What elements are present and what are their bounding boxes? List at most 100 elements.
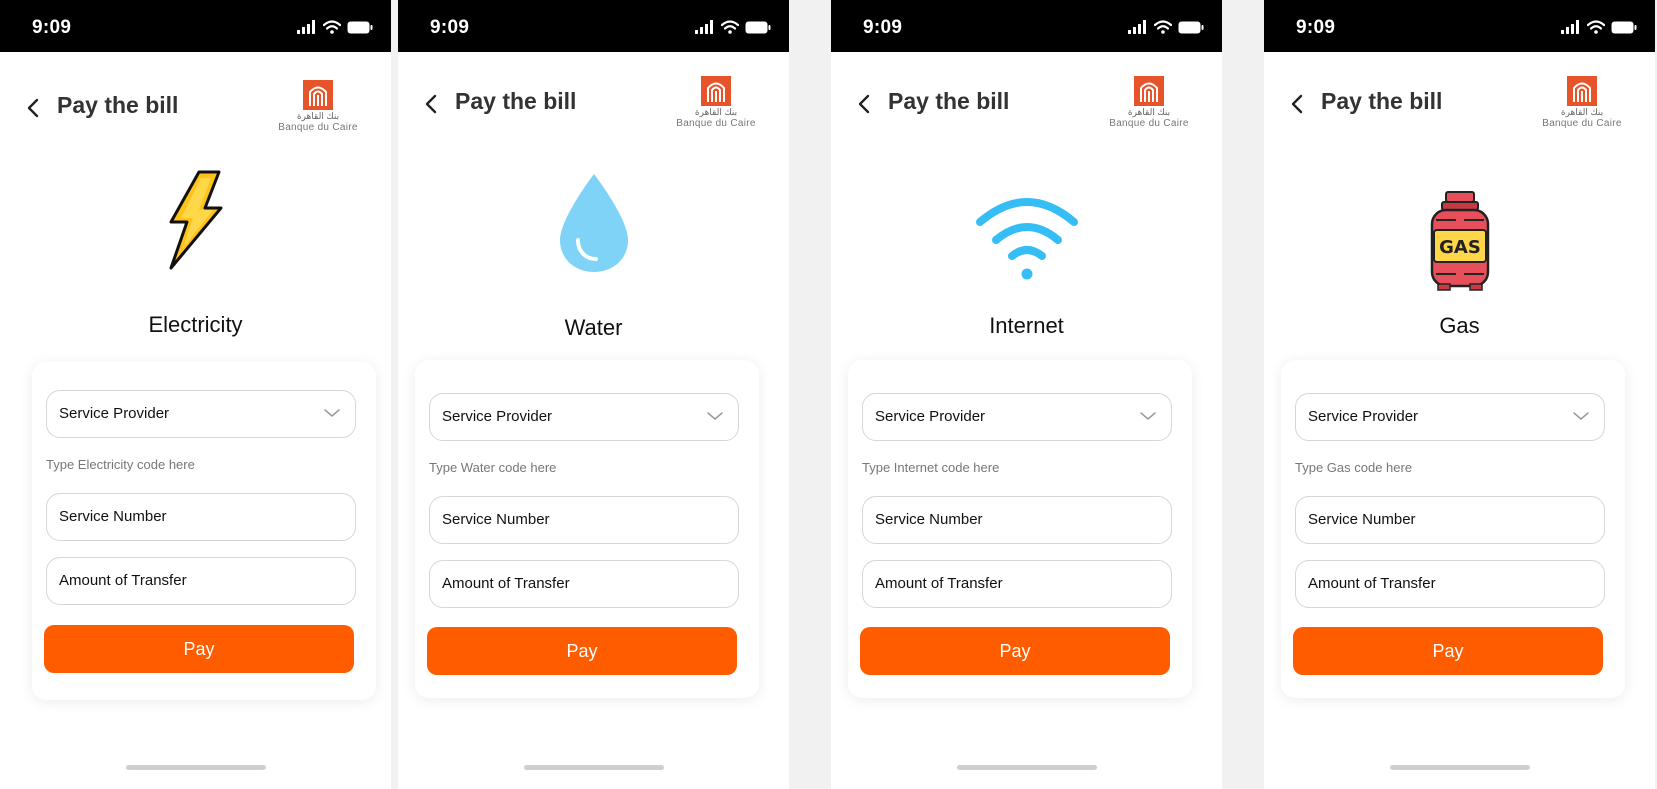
page-title: Pay the bill [1321,88,1443,114]
home-indicator [956,765,1097,770]
back-arrow-icon[interactable] [24,96,44,120]
status-icons [1128,20,1204,34]
service-name: Electricity [148,312,243,337]
service-name: Gas [1439,313,1480,338]
status-bar: 9:09 [831,0,1222,52]
back-arrow-icon[interactable] [1288,92,1308,116]
wifi-icon [1587,20,1605,34]
status-bar: 9:09 [1264,0,1655,52]
phone-screen-gas: 9:09 Pay the bill بنك القاهرة Banque du … [1264,0,1655,789]
payment-form-card: Service Provider Type Gas code here Serv… [1281,360,1625,698]
page-title: Pay the bill [455,88,577,114]
bank-logo-arabic: بنك القاهرة [694,107,738,117]
pay-button[interactable]: Pay [44,625,354,673]
service-icon-container [0,170,391,282]
service-icon-container [398,170,789,282]
service-provider-label: Service Provider [442,408,553,425]
chevron-down-icon [323,407,341,419]
status-icons [297,20,373,34]
service-code-hint: Type Water code here [429,460,557,475]
service-provider-select[interactable]: Service Provider [46,390,356,438]
phone-screen-internet: 9:09 Pay the bill بنك القاهرة Banque du … [831,0,1222,789]
payment-form-card: Service Provider Type Electricity code h… [32,362,376,700]
status-bar: 9:09 [0,0,391,52]
chevron-down-icon [1572,410,1590,422]
service-name: Internet [989,313,1064,338]
bank-logo: بنك القاهرة Banque du Caire [273,80,363,140]
water-drop-icon [559,174,628,272]
back-arrow-icon[interactable] [855,92,875,116]
page-title: Pay the bill [888,88,1010,114]
payment-form-card: Service Provider Type Internet code here… [848,360,1192,698]
pay-button[interactable]: Pay [860,627,1170,675]
chevron-down-icon [706,410,724,422]
service-number-input[interactable]: Service Number [1295,496,1605,544]
wifi-icon [323,20,341,34]
bank-logo-mark-icon [701,76,731,106]
service-name: Water [564,315,623,340]
bank-logo-latin: Banque du Caire [1109,118,1189,129]
signal-icon [1561,20,1581,34]
home-indicator [125,765,266,770]
pay-button[interactable]: Pay [1293,627,1603,675]
bank-logo-arabic: بنك القاهرة [1127,107,1171,117]
bank-logo: بنك القاهرة Banque du Caire [1104,76,1194,136]
bank-logo: بنك القاهرة Banque du Caire [671,76,761,136]
status-time: 9:09 [430,17,470,38]
status-time: 9:09 [1296,17,1336,38]
amount-input[interactable]: Amount of Transfer [429,560,739,608]
header: Pay the bill بنك القاهرة Banque du Caire [831,52,1222,162]
phone-screen-electricity: 9:09 Pay the bill بنك القاهرة Banque du … [0,0,391,789]
bank-logo-mark-icon [1134,76,1164,106]
home-indicator [1389,765,1530,770]
status-time: 9:09 [32,17,72,38]
service-code-hint: Type Electricity code here [46,457,195,472]
pay-button[interactable]: Pay [427,627,737,675]
status-time: 9:09 [863,17,903,38]
service-code-hint: Type Internet code here [862,460,1000,475]
service-icon-container [831,194,1222,306]
header: Pay the bill بنك القاهرة Banque du Caire [0,52,391,162]
payment-form-card: Service Provider Type Water code here Se… [415,360,759,698]
signal-icon [1128,20,1148,34]
wifi-signal-icon [975,198,1078,280]
wifi-icon [1154,20,1172,34]
service-provider-select[interactable]: Service Provider [429,393,739,441]
service-number-input[interactable]: Service Number [46,493,356,541]
bank-logo: بنك القاهرة Banque du Caire [1537,76,1627,136]
chevron-down-icon [1139,410,1157,422]
battery-icon [1611,21,1637,34]
service-icon-container: GAS [1264,190,1655,302]
service-provider-label: Service Provider [59,405,170,422]
service-code-hint: Type Gas code here [1295,460,1413,475]
service-number-input[interactable]: Service Number [862,496,1172,544]
signal-icon [297,20,317,34]
back-arrow-icon[interactable] [422,92,442,116]
amount-input[interactable]: Amount of Transfer [862,560,1172,608]
bank-logo-latin: Banque du Caire [1542,118,1622,129]
bank-logo-latin: Banque du Caire [676,118,756,129]
service-number-input[interactable]: Service Number [429,496,739,544]
header: Pay the bill بنك القاهرة Banque du Caire [1264,52,1655,162]
service-provider-select[interactable]: Service Provider [1295,393,1605,441]
battery-icon [745,21,771,34]
home-indicator [523,765,664,770]
page-title: Pay the bill [57,92,179,118]
bank-logo-arabic: بنك القاهرة [296,111,340,121]
amount-input[interactable]: Amount of Transfer [46,557,356,605]
bank-logo-mark-icon [303,80,333,110]
battery-icon [1178,21,1204,34]
service-provider-label: Service Provider [1308,408,1419,425]
lightning-icon [169,170,222,270]
status-icons [695,20,771,34]
status-bar: 9:09 [398,0,789,52]
amount-input[interactable]: Amount of Transfer [1295,560,1605,608]
gas-label: GAS [1439,237,1481,258]
status-icons [1561,20,1637,34]
bank-logo-mark-icon [1567,76,1597,106]
signal-icon [695,20,715,34]
battery-icon [347,21,373,34]
phone-screen-water: 9:09 Pay the bill بنك القاهرة Banque du … [398,0,789,789]
header: Pay the bill بنك القاهرة Banque du Caire [398,52,789,162]
service-provider-select[interactable]: Service Provider [862,393,1172,441]
